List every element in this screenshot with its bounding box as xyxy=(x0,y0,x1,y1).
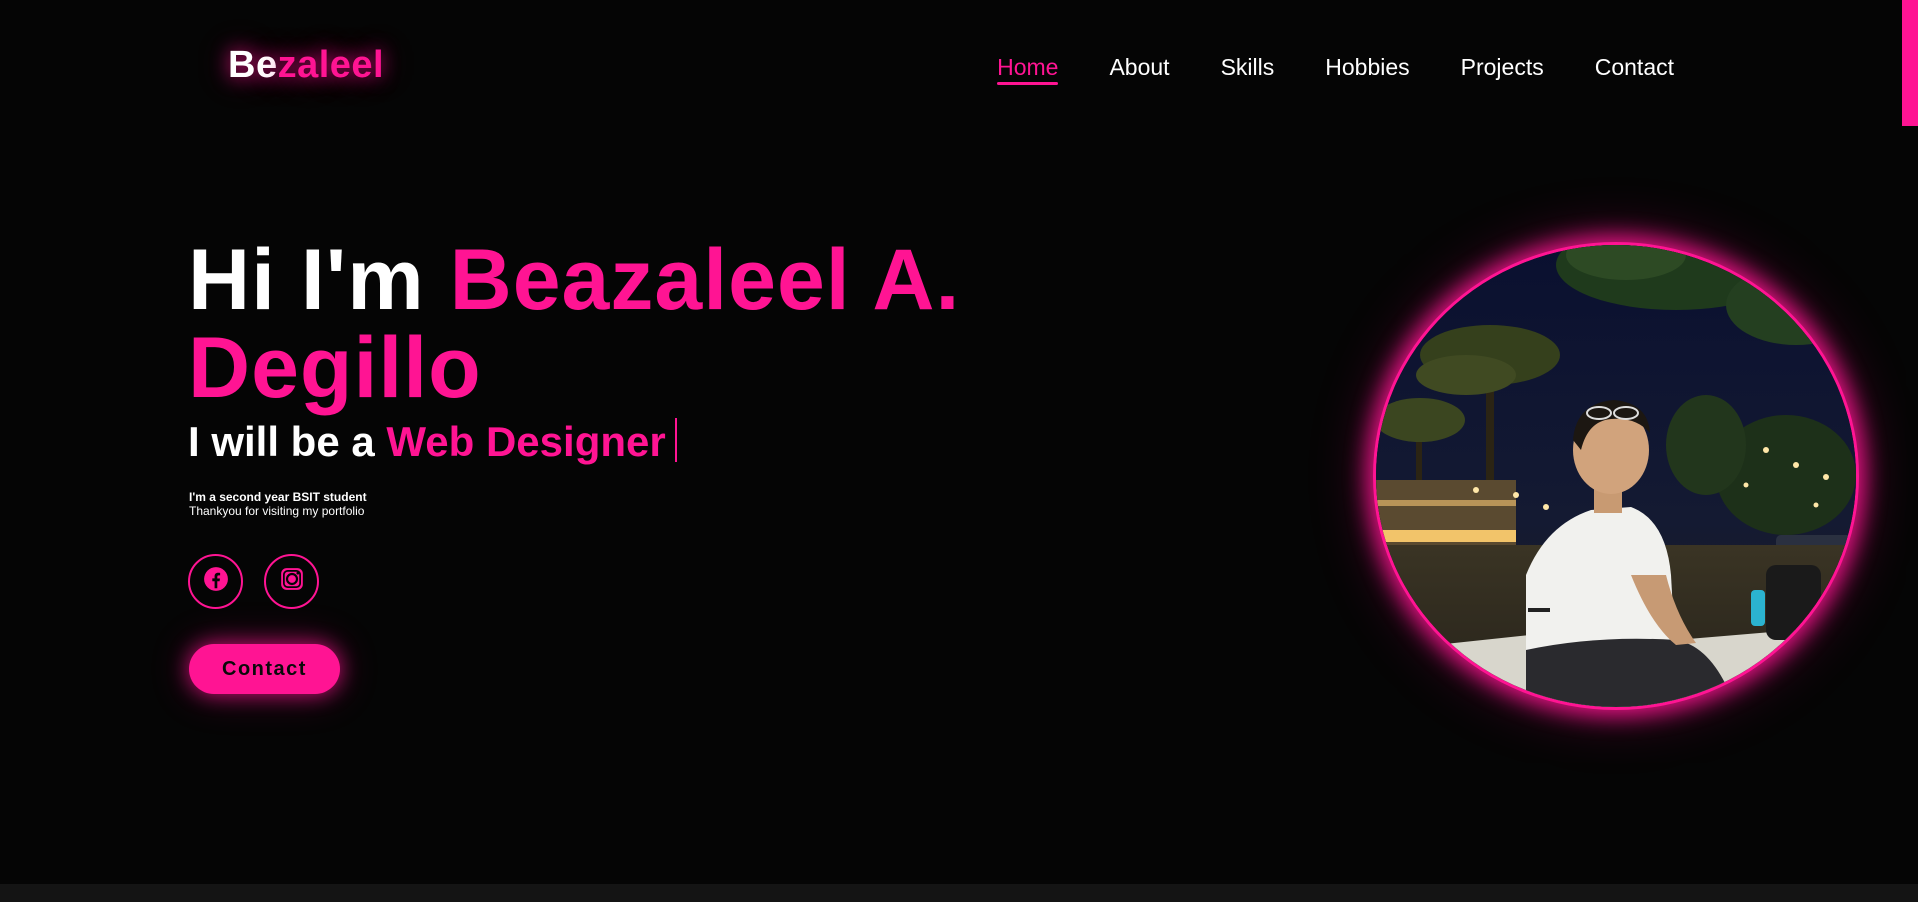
typing-caret xyxy=(674,418,677,462)
hero-greeting: Hi I'm xyxy=(188,232,425,328)
next-section-edge xyxy=(0,884,1918,902)
subtitle-prefix: I will be a xyxy=(188,418,375,465)
hero-heading: Hi I'm Beazaleel A. Degillo xyxy=(188,236,1088,412)
profile-photo xyxy=(1373,242,1859,710)
site-logo[interactable]: Bezaleel xyxy=(228,44,384,87)
social-links xyxy=(188,554,319,609)
nav-projects[interactable]: Projects xyxy=(1461,52,1544,82)
instagram-icon xyxy=(279,566,305,597)
scrollbar-thumb[interactable] xyxy=(1902,0,1918,126)
hero-name-line-2: Degillo xyxy=(188,320,482,416)
nav-contact[interactable]: Contact xyxy=(1595,52,1674,82)
nav-skills[interactable]: Skills xyxy=(1221,52,1275,82)
hero-name-line-1: Beazaleel A. xyxy=(449,232,961,328)
description-line-1: I'm a second year BSIT student xyxy=(189,490,367,504)
facebook-icon xyxy=(203,566,229,597)
nav-about[interactable]: About xyxy=(1109,52,1169,82)
page-scrollbar[interactable] xyxy=(1902,0,1918,902)
nav-hobbies[interactable]: Hobbies xyxy=(1325,52,1409,82)
contact-button[interactable]: Contact xyxy=(189,644,340,694)
hero-description: I'm a second year BSIT student Thankyou … xyxy=(189,490,367,518)
subtitle-role: Web Designer xyxy=(386,418,666,465)
main-nav: Home About Skills Hobbies Projects Conta… xyxy=(997,52,1674,85)
instagram-link[interactable] xyxy=(264,554,319,609)
logo-part-1: Be xyxy=(228,44,278,86)
hero-subtitle: I will be a Web Designer xyxy=(188,414,677,470)
logo-part-2: zaleel xyxy=(277,44,385,86)
facebook-link[interactable] xyxy=(188,554,243,609)
portfolio-page: Bezaleel Home About Skills Hobbies Proje… xyxy=(0,0,1918,902)
description-line-2: Thankyou for visiting my portfolio xyxy=(189,504,365,518)
nav-home[interactable]: Home xyxy=(997,52,1059,85)
